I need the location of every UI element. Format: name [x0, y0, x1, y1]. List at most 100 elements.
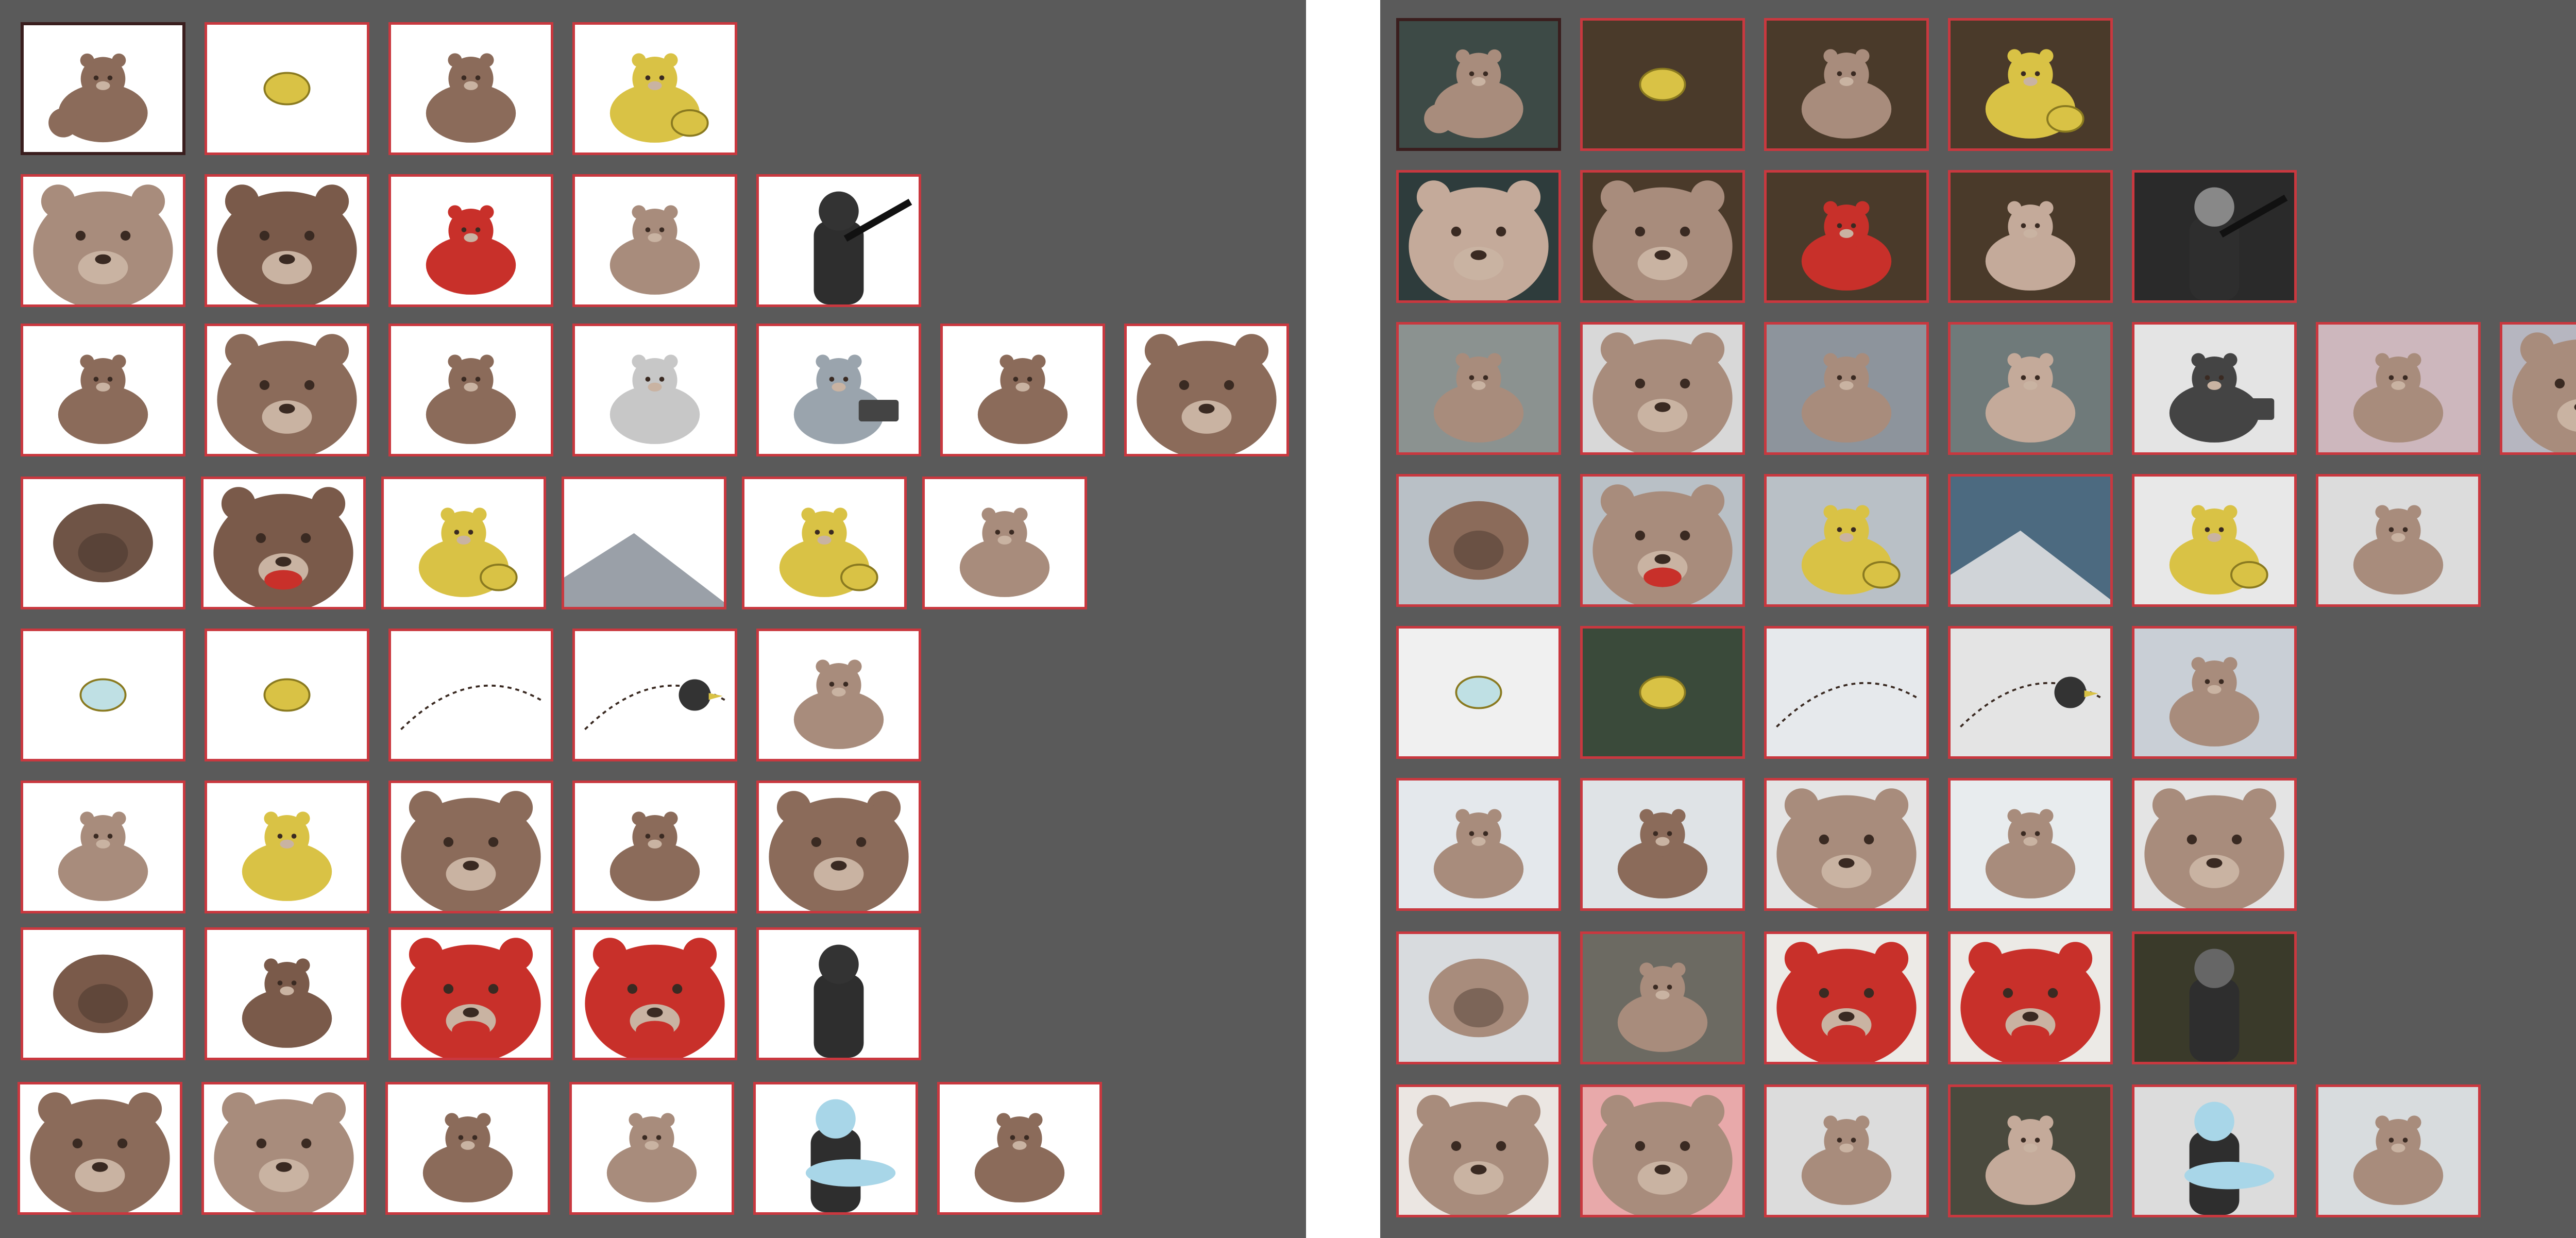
left-storyboard-frame-3-6[interactable]: [940, 324, 1105, 456]
left-storyboard-frame-4-3[interactable]: [381, 477, 546, 609]
left-storyboard-frame-5-2[interactable]: [205, 629, 369, 761]
left-storyboard-frame-4-6[interactable]: [922, 477, 1087, 609]
right-storyboard-frame-4-2[interactable]: [1580, 474, 1745, 607]
right-storyboard-frame-3-7[interactable]: [2500, 322, 2576, 455]
bear-teeth-icon: [204, 479, 363, 607]
grumpy-bear-face-icon: [1127, 326, 1286, 454]
left-storyboard-frame-2-5[interactable]: [756, 174, 921, 307]
honey-falling-icon: [1583, 629, 1742, 756]
left-storyboard-frame-3-4[interactable]: [572, 324, 737, 456]
right-storyboard-frame-5-4[interactable]: [1948, 626, 2113, 759]
bear-standing-roar-icon: [207, 930, 367, 1058]
left-storyboard-frame-6-1[interactable]: [21, 781, 185, 913]
left-storyboard-frame-1-1[interactable]: [21, 22, 185, 155]
left-storyboard-frame-2-2[interactable]: [205, 174, 369, 307]
bear-head-closeup-icon: [1583, 325, 1742, 452]
right-storyboard-frame-8-2[interactable]: [1580, 1084, 1745, 1217]
right-storyboard-frame-5-5[interactable]: [2132, 626, 2297, 759]
right-storyboard-frame-8-4[interactable]: [1948, 1084, 2113, 1217]
right-storyboard-frame-8-1[interactable]: [1396, 1084, 1561, 1217]
left-storyboard-frame-6-4[interactable]: [572, 781, 737, 913]
left-storyboard-frame-2-3[interactable]: [388, 174, 553, 307]
right-storyboard-frame-1-1[interactable]: [1396, 18, 1561, 151]
claw-strike-icon: [1583, 781, 1742, 908]
left-storyboard-frame-5-3[interactable]: [388, 629, 553, 761]
left-storyboard-frame-8-5[interactable]: [753, 1082, 918, 1215]
left-storyboard-frame-5-1[interactable]: [21, 629, 185, 761]
left-storyboard-frame-6-2[interactable]: [205, 781, 369, 913]
right-storyboard-frame-6-5[interactable]: [2132, 778, 2297, 911]
right-storyboard-frame-8-6[interactable]: [2316, 1084, 2481, 1217]
left-storyboard-frame-4-1[interactable]: [21, 477, 185, 609]
left-storyboard-frame-2-4[interactable]: [572, 174, 737, 307]
right-storyboard-frame-2-3[interactable]: [1764, 170, 1929, 303]
right-storyboard-frame-7-3[interactable]: [1764, 931, 1929, 1064]
right-storyboard-frame-3-1[interactable]: [1396, 322, 1561, 455]
right-storyboard-frame-7-1[interactable]: [1396, 931, 1561, 1064]
right-storyboard-frame-6-4[interactable]: [1948, 778, 2113, 911]
right-storyboard-frame-4-3[interactable]: [1764, 474, 1929, 607]
left-storyboard-frame-1-2[interactable]: [205, 22, 369, 155]
left-storyboard-frame-8-2[interactable]: [201, 1082, 366, 1215]
right-storyboard-frame-4-1[interactable]: [1396, 474, 1561, 607]
left-storyboard-frame-8-4[interactable]: [569, 1082, 734, 1215]
right-storyboard-frame-8-3[interactable]: [1764, 1084, 1929, 1217]
bear-growling-icon: [391, 783, 551, 911]
right-storyboard-frame-6-3[interactable]: [1764, 778, 1929, 911]
left-storyboard-frame-1-4[interactable]: [572, 22, 737, 155]
right-storyboard-frame-3-2[interactable]: [1580, 322, 1745, 455]
left-storyboard-frame-8-6[interactable]: [937, 1082, 1102, 1215]
right-storyboard-frame-3-4[interactable]: [1948, 322, 2113, 455]
hunter-with-rifle-icon: [2134, 173, 2294, 300]
left-storyboard-frame-5-4[interactable]: [572, 629, 737, 761]
left-storyboard-frame-1-3[interactable]: [388, 22, 553, 155]
left-storyboard-frame-2-1[interactable]: [21, 174, 185, 307]
right-storyboard-frame-2-1[interactable]: [1396, 170, 1561, 303]
right-storyboard-frame-1-2[interactable]: [1580, 18, 1745, 151]
bear-teeth-icon: [1583, 477, 1742, 604]
left-storyboard-frame-7-5[interactable]: [756, 927, 921, 1060]
right-storyboard-frame-2-2[interactable]: [1580, 170, 1745, 303]
right-storyboard-frame-7-5[interactable]: [2132, 931, 2297, 1064]
right-storyboard-frame-3-5[interactable]: [2132, 322, 2297, 455]
left-storyboard-frame-4-2[interactable]: [201, 477, 366, 609]
right-storyboard-frame-8-5[interactable]: [2132, 1084, 2297, 1217]
left-storyboard-frame-3-2[interactable]: [205, 324, 369, 456]
right-storyboard-frame-1-3[interactable]: [1764, 18, 1929, 151]
left-storyboard-frame-8-3[interactable]: [385, 1082, 550, 1215]
left-storyboard-frame-6-3[interactable]: [388, 781, 553, 913]
left-storyboard-frame-4-4[interactable]: [562, 477, 726, 609]
right-storyboard-frame-2-4[interactable]: [1948, 170, 2113, 303]
right-storyboard-frame-3-3[interactable]: [1764, 322, 1929, 455]
left-storyboard-frame-7-2[interactable]: [205, 927, 369, 1060]
right-storyboard-frame-6-2[interactable]: [1580, 778, 1745, 911]
bear-peeking-icon: [20, 1084, 180, 1212]
roaring-bear-icon: [1399, 325, 1558, 452]
injured-bear-icon: [1767, 173, 1926, 300]
right-storyboard-frame-5-2[interactable]: [1580, 626, 1745, 759]
left-storyboard-frame-7-4[interactable]: [572, 927, 737, 1060]
left-storyboard-frame-3-1[interactable]: [21, 324, 185, 456]
bear-side-roar-icon: [1951, 934, 2110, 1062]
right-storyboard-frame-5-1[interactable]: [1396, 626, 1561, 759]
right-storyboard-frame-2-5[interactable]: [2132, 170, 2297, 303]
left-storyboard-frame-3-3[interactable]: [388, 324, 553, 456]
right-storyboard-frame-7-2[interactable]: [1580, 931, 1745, 1064]
right-storyboard-frame-5-3[interactable]: [1764, 626, 1929, 759]
left-storyboard-frame-5-5[interactable]: [756, 629, 921, 761]
right-storyboard-frame-4-4[interactable]: [1948, 474, 2113, 607]
left-storyboard-frame-8-1[interactable]: [18, 1082, 182, 1215]
storyboard-panel-right: [1380, 0, 2576, 1238]
left-storyboard-frame-3-5[interactable]: [756, 324, 921, 456]
right-storyboard-frame-1-4[interactable]: [1948, 18, 2113, 151]
left-storyboard-frame-7-1[interactable]: [21, 927, 185, 1060]
right-storyboard-frame-7-4[interactable]: [1948, 931, 2113, 1064]
right-storyboard-frame-3-6[interactable]: [2316, 322, 2481, 455]
left-storyboard-frame-4-5[interactable]: [742, 477, 907, 609]
right-storyboard-frame-4-5[interactable]: [2132, 474, 2297, 607]
right-storyboard-frame-4-6[interactable]: [2316, 474, 2481, 607]
right-storyboard-frame-6-1[interactable]: [1396, 778, 1561, 911]
left-storyboard-frame-7-3[interactable]: [388, 927, 553, 1060]
left-storyboard-frame-3-7[interactable]: [1124, 324, 1289, 456]
left-storyboard-frame-6-5[interactable]: [756, 781, 921, 913]
